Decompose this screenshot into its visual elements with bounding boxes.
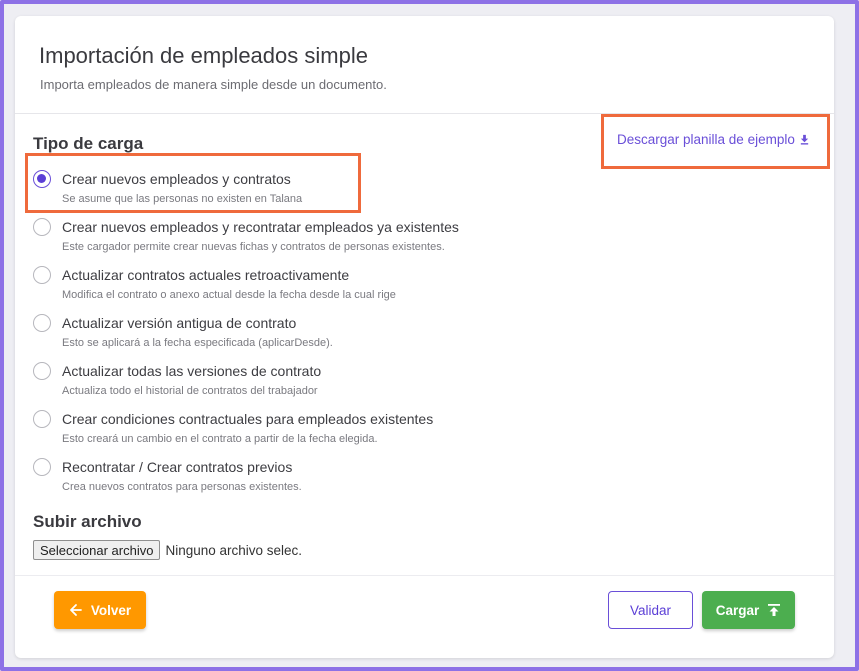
load-type-option[interactable]: Actualizar todas las versiones de contra… xyxy=(33,360,733,408)
file-status: Ninguno archivo selec. xyxy=(165,542,303,558)
option-description: Este cargador permite crear nuevas ficha… xyxy=(62,241,445,253)
footer-divider xyxy=(15,575,834,576)
option-description: Crea nuevos contratos para personas exis… xyxy=(62,481,302,493)
radio-button[interactable] xyxy=(33,410,51,428)
page-title: Importación de empleados simple xyxy=(39,43,368,68)
upload-icon xyxy=(768,604,781,616)
radio-button[interactable] xyxy=(33,362,51,380)
page-subtitle: Importa empleados de manera simple desde… xyxy=(40,77,387,92)
back-button[interactable]: Volver xyxy=(54,591,146,629)
load-type-option[interactable]: Actualizar versión antigua de contrato Es… xyxy=(33,312,733,360)
option-description: Modifica el contrato o anexo actual desd… xyxy=(62,289,396,301)
load-type-option[interactable]: Crear nuevos empleados y recontratar emp… xyxy=(33,216,733,264)
radio-button[interactable] xyxy=(33,266,51,284)
option-label: Recontratar / Crear contratos previos xyxy=(62,459,293,475)
load-type-option[interactable]: Actualizar contratos actuales retroactiv… xyxy=(33,264,733,312)
upload-title: Subir archivo xyxy=(33,512,142,531)
load-type-options: Crear nuevos empleados y contratos Se asu… xyxy=(33,168,733,504)
option-label: Crear nuevos empleados y recontratar emp… xyxy=(62,219,459,235)
download-link-highlight xyxy=(601,114,830,169)
radio-button[interactable] xyxy=(33,218,51,236)
option-description: Esto se aplicará a la fecha especificada… xyxy=(62,337,333,349)
radio-button[interactable] xyxy=(33,458,51,476)
option-label: Actualizar todas las versiones de contra… xyxy=(62,363,322,379)
file-input: Seleccionar archivo Ninguno archivo sele… xyxy=(33,540,302,560)
radio-button[interactable] xyxy=(33,314,51,332)
load-type-option[interactable]: Recontratar / Crear contratos previos Cre… xyxy=(33,456,733,504)
option-description: Actualiza todo el historial de contratos… xyxy=(62,385,318,397)
validate-button[interactable]: Validar xyxy=(608,591,693,629)
back-label: Volver xyxy=(90,602,132,618)
option-description: Esto creará un cambio en el contrato a p… xyxy=(62,433,378,445)
upload-button[interactable]: Cargar xyxy=(702,591,795,629)
load-type-title: Tipo de carga xyxy=(33,134,144,153)
selected-option-highlight xyxy=(25,153,361,213)
option-label: Actualizar versión antigua de contrato xyxy=(62,315,297,331)
arrow-left-icon xyxy=(69,604,82,616)
card-header: Importación de empleados simple Importa … xyxy=(15,16,834,114)
option-label: Crear condiciones contractuales para emp… xyxy=(62,411,434,427)
upload-label: Cargar xyxy=(715,602,760,618)
select-file-button[interactable]: Seleccionar archivo xyxy=(33,540,161,560)
option-label: Actualizar contratos actuales retroactiv… xyxy=(62,267,350,283)
validate-label: Validar xyxy=(629,602,672,618)
import-card: Importación de empleados simple Importa … xyxy=(15,16,834,658)
load-type-option[interactable]: Crear condiciones contractuales para emp… xyxy=(33,408,733,456)
